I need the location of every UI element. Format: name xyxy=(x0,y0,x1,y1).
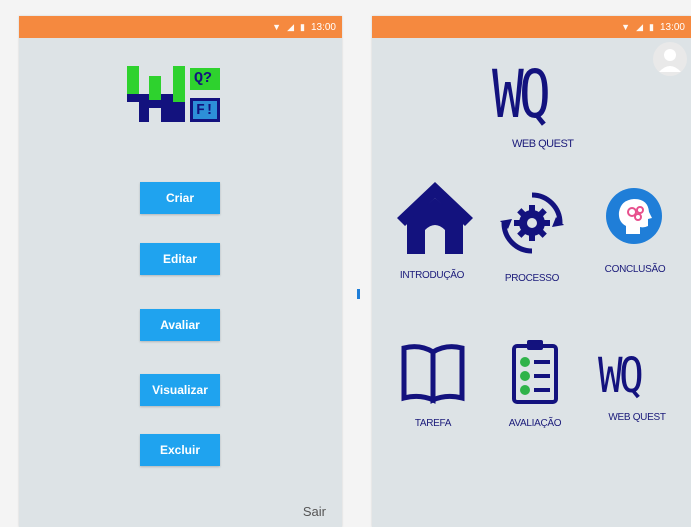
avaliar-button[interactable]: Avaliar xyxy=(140,309,220,341)
status-time: 13:00 xyxy=(659,21,685,33)
left-screen: ▼ ◢ ▮ 13:00 Q? F! Criar Editar Avaliar V… xyxy=(19,16,342,527)
wifi-icon: ▼ xyxy=(272,22,282,32)
nav-tarefa[interactable]: TAREFA xyxy=(400,342,470,452)
nav-label: AVALIAÇÃO xyxy=(508,418,562,429)
nav-conclusao[interactable]: CONCLUSÃO xyxy=(604,186,674,296)
logo-q-label: Q? xyxy=(194,70,213,87)
excluir-button[interactable]: Excluir xyxy=(140,434,220,466)
nav-processo[interactable]: PROCESSO xyxy=(500,191,570,296)
book-icon xyxy=(401,344,465,404)
signal-icon: ◢ xyxy=(636,21,644,32)
app-logo: Q? F! xyxy=(126,62,222,131)
criar-button[interactable]: Criar xyxy=(140,182,220,214)
status-time: 13:00 xyxy=(310,21,336,33)
user-icon xyxy=(659,49,681,72)
head-idea-icon xyxy=(606,188,662,244)
avatar[interactable] xyxy=(653,42,687,76)
house-icon xyxy=(397,182,473,254)
logo-text: WQ xyxy=(492,56,551,133)
battery-icon: ▮ xyxy=(300,21,305,32)
visualizar-button[interactable]: Visualizar xyxy=(140,374,220,406)
nav-label: TAREFA xyxy=(414,418,452,429)
battery-icon: ▮ xyxy=(649,21,654,32)
wq-logo-icon: WQ xyxy=(598,348,644,404)
nav-avaliacao[interactable]: AVALIAÇÃO xyxy=(509,338,580,452)
editar-button[interactable]: Editar xyxy=(140,243,220,275)
gear-cycle-icon xyxy=(500,192,564,254)
logo-caption: WEB QUEST xyxy=(512,138,574,150)
status-bar: ▼ ◢ ▮ 13:00 xyxy=(19,16,342,38)
exit-link[interactable]: Sair xyxy=(303,504,326,519)
nav-label: CONCLUSÃO xyxy=(604,264,666,275)
nav-label: INTRODUÇÃO xyxy=(399,270,465,281)
nav-label: PROCESSO xyxy=(504,273,560,284)
status-bar: ▼ ◢ ▮ 13:00 xyxy=(372,16,691,38)
nav-introducao[interactable]: INTRODUÇÃO xyxy=(395,178,475,298)
signal-icon: ◢ xyxy=(287,21,295,32)
checklist-icon xyxy=(512,340,558,404)
nav-label: WEB QUEST xyxy=(608,412,666,423)
divider-mark xyxy=(357,289,360,299)
wifi-icon: ▼ xyxy=(621,22,631,32)
webquest-logo: WQ WEB QUEST xyxy=(492,56,588,154)
logo-f-label: F! xyxy=(196,102,215,119)
nav-webquest[interactable]: WQ WEB QUEST xyxy=(598,352,678,452)
right-screen: ▼ ◢ ▮ 13:00 WQ WEB QUEST INTRODUÇÃO PROC… xyxy=(372,16,691,527)
